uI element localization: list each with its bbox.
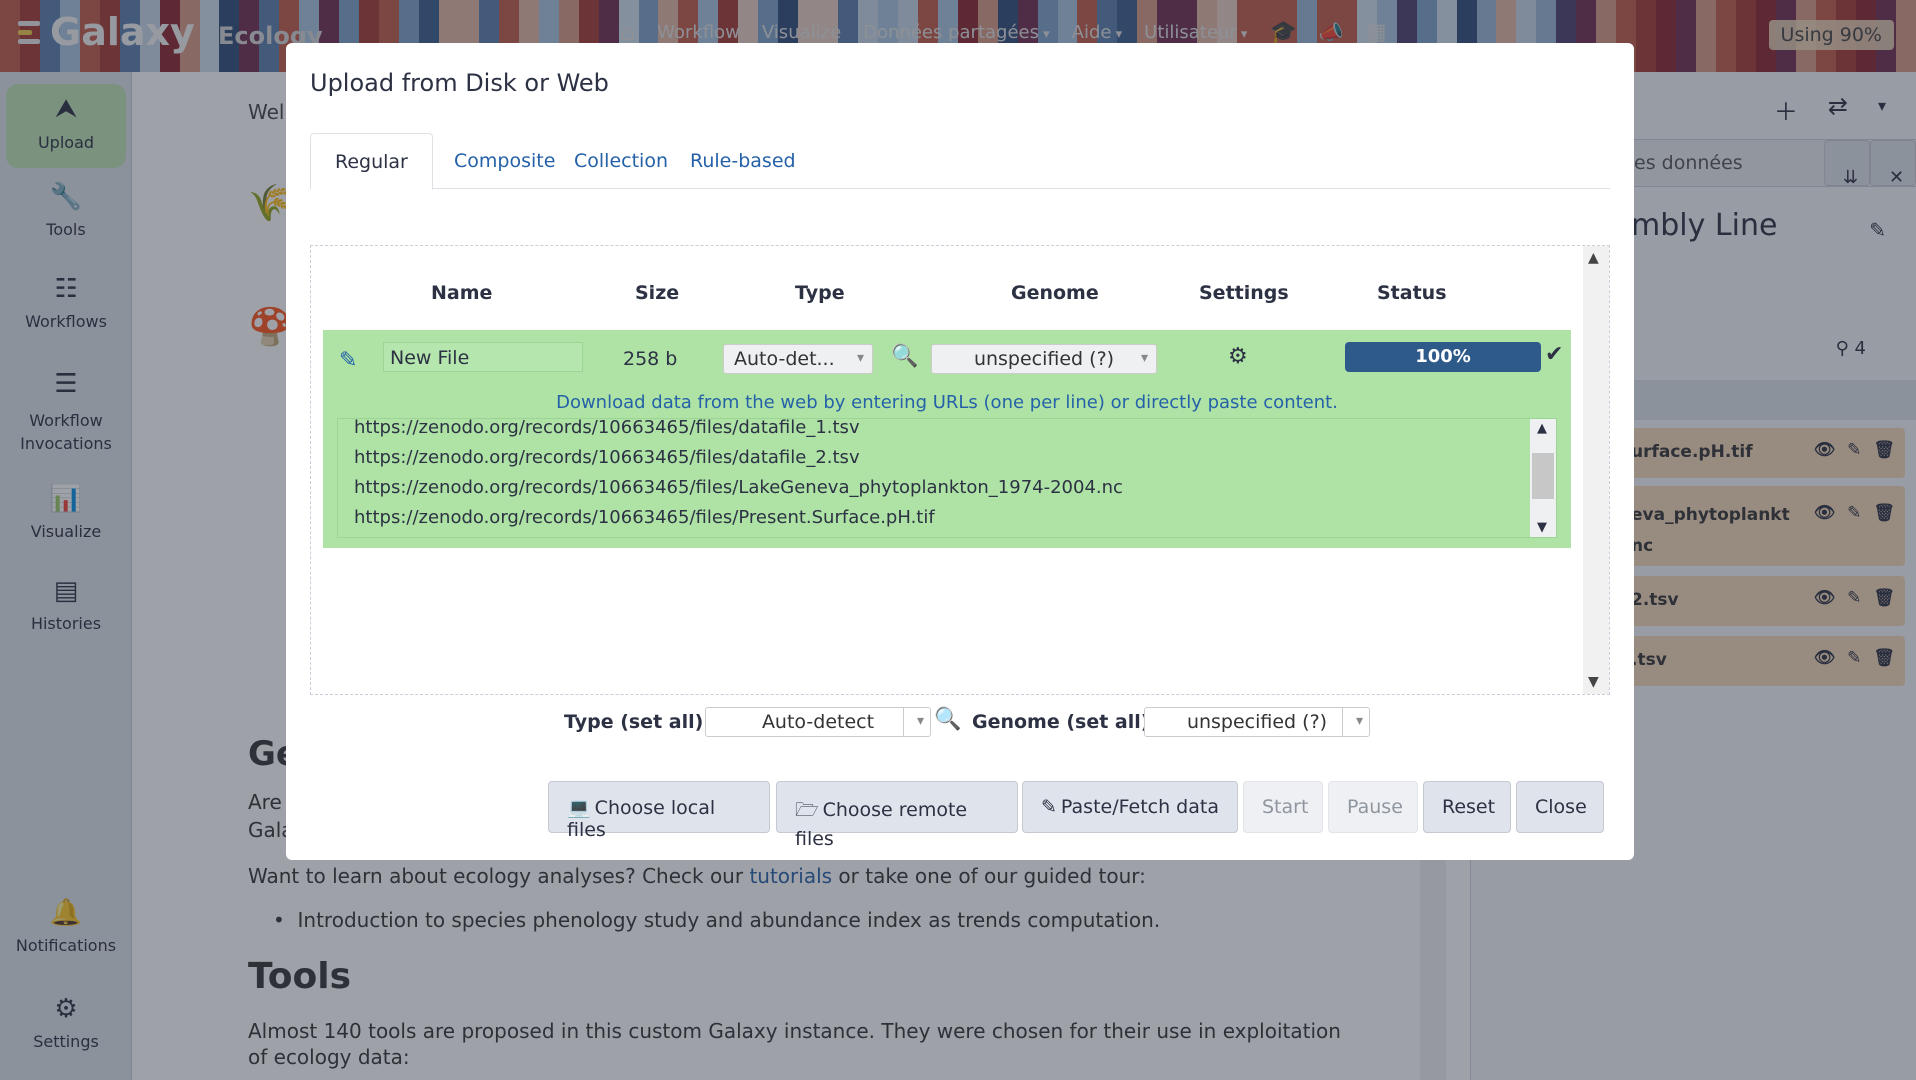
file-name-input[interactable]: New File (383, 342, 583, 372)
url-paste-textarea[interactable]: https://zenodo.org/records/10663465/file… (337, 418, 1557, 538)
scroll-thumb[interactable] (1532, 453, 1554, 499)
url-line: https://zenodo.org/records/10663465/file… (354, 507, 935, 528)
chevron-down-icon[interactable]: ▼ (1588, 674, 1599, 690)
column-header-genome: Genome (1011, 282, 1099, 304)
genome-select[interactable]: unspecified (?) (931, 344, 1157, 374)
url-line: https://zenodo.org/records/10663465/file… (354, 477, 1123, 498)
column-header-type: Type (795, 282, 845, 304)
chevron-up-icon[interactable]: ▲ (1588, 250, 1599, 266)
search-icon[interactable]: 🔍 (891, 344, 918, 369)
chevron-up-icon[interactable]: ▲ (1537, 421, 1547, 436)
edit-icon: ✎ (1041, 796, 1057, 818)
genome-set-all-label: Genome (set all): (972, 711, 1158, 733)
button-label: Paste/Fetch data (1060, 796, 1219, 818)
column-header-name: Name (431, 282, 493, 304)
type-set-all-value: Auto-detect (761, 711, 875, 733)
column-header-settings: Settings (1199, 282, 1289, 304)
genome-set-all-select[interactable]: unspecified (?) (1144, 707, 1370, 737)
pause-button[interactable]: Pause (1328, 781, 1418, 833)
dialog-title: Upload from Disk or Web (310, 69, 609, 97)
genome-set-all-value: unspecified (?) (1186, 711, 1328, 733)
tab-rule-based[interactable]: Rule-based (666, 133, 820, 189)
choose-remote-files-button[interactable]: 🗁 Choose remote files (776, 781, 1018, 850)
button-label: Choose remote files (795, 799, 968, 850)
check-icon: ✔ (1545, 342, 1564, 367)
gear-icon[interactable]: ⚙ (1228, 344, 1248, 369)
url-line: https://zenodo.org/records/10663465/file… (354, 418, 860, 438)
reset-button[interactable]: Reset (1423, 781, 1511, 833)
choose-local-files-button[interactable]: 💻 Choose local files (548, 781, 770, 841)
upload-progress: 100% (1345, 342, 1541, 372)
upload-row: ✎ New File 258 b Auto-det... 🔍 unspecifi… (323, 330, 1571, 548)
progress-label: 100% (1415, 346, 1471, 367)
type-select[interactable]: Auto-det... (723, 344, 873, 374)
url-line: https://zenodo.org/records/10663465/file… (354, 447, 860, 468)
laptop-icon: 💻 (567, 797, 591, 819)
close-button[interactable]: Close (1516, 781, 1604, 833)
upload-tabs: Regular Composite Collection Rule-based (310, 133, 1610, 190)
queue-scrollbar[interactable]: ▲ ▼ (1583, 246, 1609, 694)
type-set-all-select[interactable]: Auto-detect (705, 707, 931, 737)
textarea-scrollbar[interactable]: ▲ ▼ (1530, 419, 1556, 537)
paste-fetch-button[interactable]: ✎ Paste/Fetch data (1022, 781, 1238, 833)
folder-open-icon: 🗁 (795, 799, 819, 821)
tab-regular[interactable]: Regular (310, 133, 433, 190)
search-icon[interactable]: 🔍 (934, 707, 961, 732)
chevron-down-icon[interactable]: ▼ (1537, 520, 1547, 535)
column-header-size: Size (635, 282, 680, 304)
column-header-status: Status (1377, 282, 1447, 304)
file-size: 258 b (623, 348, 678, 370)
edit-icon[interactable]: ✎ (339, 348, 357, 373)
upload-dialog: Upload from Disk or Web Regular Composit… (286, 43, 1634, 860)
url-paste-hint: Download data from the web by entering U… (556, 392, 1338, 413)
upload-queue: Name Size Type Genome Settings Status ✎ … (310, 245, 1610, 695)
start-button[interactable]: Start (1243, 781, 1323, 833)
type-set-all-label: Type (set all): (564, 711, 711, 733)
